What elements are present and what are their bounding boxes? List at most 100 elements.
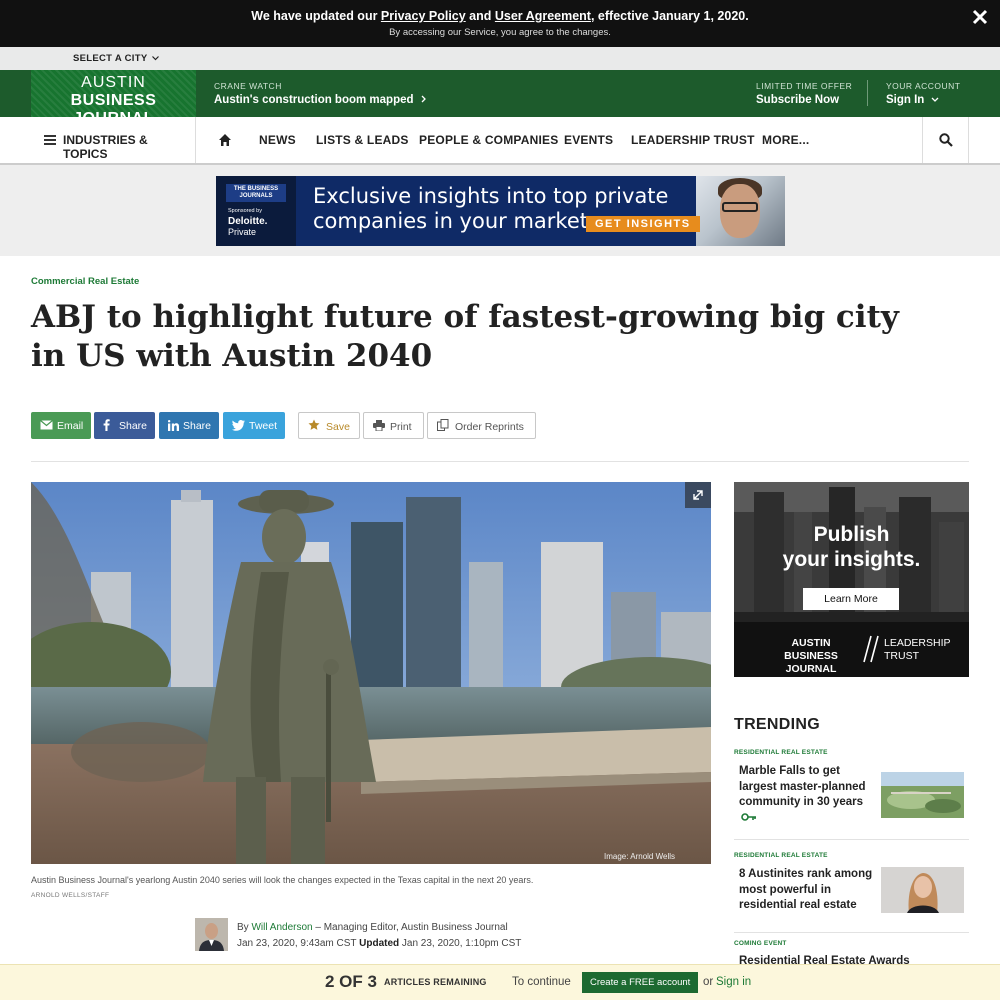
ad-footer-left-2: BUSINESS JOURNAL (784, 650, 838, 675)
article-dates: Jan 23, 2020, 9:43am CST Updated Jan 23,… (237, 938, 521, 949)
notice-prefix: We have updated our (251, 9, 381, 23)
main-navigation: INDUSTRIES & TOPICS NEWS LISTS & LEADS P… (0, 117, 1000, 165)
privacy-policy-link[interactable]: Privacy Policy (381, 9, 466, 23)
crane-watch-title: Austin's construction boom mapped (214, 94, 414, 106)
paywall-bar: 2 OF 3 ARTICLES REMAINING To continue Cr… (0, 964, 1000, 1000)
trending-divider (734, 932, 969, 933)
trending-item-title[interactable]: Marble Falls to get largest master-plann… (739, 764, 875, 811)
leadership-trust-ad[interactable]: Publish your insights. Learn More AUSTIN… (734, 482, 969, 677)
ad-headline-line1: Exclusive insights into top private (313, 184, 669, 208)
create-free-account-button[interactable]: Create a FREE account (582, 972, 699, 993)
ad-sponsored-by: Sponsored by (228, 208, 262, 214)
insights-banner-ad[interactable]: THE BUSINESS JOURNALS Sponsored by Deloi… (216, 176, 785, 246)
subscribe-link[interactable]: LIMITED TIME OFFER Subscribe Now (756, 81, 852, 106)
linkedin-share-button[interactable]: Share (159, 412, 219, 439)
ad-footer-left-1: AUSTIN (791, 637, 831, 649)
trending-kicker[interactable]: RESIDENTIAL REAL ESTATE (734, 749, 828, 756)
ad-sponsor-sub: Private (228, 227, 257, 237)
crane-watch-link[interactable]: CRANE WATCH Austin's construction boom m… (214, 81, 427, 106)
byline-by: By (237, 922, 252, 933)
offer-kicker: LIMITED TIME OFFER (756, 81, 853, 91)
ad-footer-left: AUSTIN BUSINESS JOURNAL (762, 637, 860, 676)
twitter-share-button[interactable]: Tweet (223, 412, 285, 439)
print-label: Print (390, 421, 412, 433)
ad-headline: Publish your insights. (734, 522, 969, 572)
nav-leadership-trust[interactable]: LEADERSHIP TRUST (631, 133, 755, 147)
save-button[interactable]: Save (298, 412, 360, 439)
envelope-icon (40, 420, 53, 430)
paywall-sign-in-link[interactable]: Sign in (716, 976, 751, 988)
print-button[interactable]: Print (363, 412, 424, 439)
account-kicker: YOUR ACCOUNT (886, 81, 961, 91)
notice-suffix: , effective January 1, 2020. (590, 9, 749, 23)
author-avatar[interactable] (195, 918, 228, 951)
or-text: or (703, 976, 714, 988)
get-insights-button[interactable]: GET INSIGHTS (586, 216, 700, 232)
industries-topics-label: INDUSTRIES & TOPICS (63, 133, 148, 161)
facebook-share-button[interactable]: Share (94, 412, 155, 439)
close-icon[interactable] (972, 9, 988, 25)
ad-sponsor-name: Deloitte. (228, 216, 268, 227)
updated-date: Jan 23, 2020, 1:10pm CST (399, 938, 522, 949)
expand-image-button[interactable] (685, 482, 711, 508)
published-date: Jan 23, 2020, 9:43am CST (237, 938, 360, 949)
trending-item-title[interactable]: 8 Austinites rank among most powerful in… (739, 867, 875, 914)
trending-kicker[interactable]: RESIDENTIAL REAL ESTATE (734, 852, 828, 859)
byline: By Will Anderson – Managing Editor, Aust… (237, 922, 508, 933)
chevron-down-icon (931, 97, 939, 102)
twitter-icon (232, 420, 245, 431)
learn-more-button[interactable]: Learn More (803, 588, 899, 610)
nav-news[interactable]: NEWS (259, 133, 296, 147)
nav-lists-leads[interactable]: LISTS & LEADS (316, 133, 409, 147)
home-icon[interactable] (218, 133, 232, 147)
chevron-right-icon (421, 95, 426, 103)
user-agreement-link[interactable]: User Agreement (495, 9, 591, 23)
email-share-label: Email (57, 420, 84, 432)
ad-footer-right-1: LEADERSHIP (884, 637, 951, 649)
author-role: – Managing Editor, Austin Business Journ… (312, 922, 508, 933)
search-button[interactable] (922, 117, 969, 163)
article-category-link[interactable]: Commercial Real Estate (31, 276, 139, 287)
nav-people-companies[interactable]: PEOPLE & COMPANIES (419, 133, 558, 147)
linkedin-icon (168, 420, 179, 431)
key-icon (741, 813, 756, 821)
order-reprints-button[interactable]: Order Reprints (427, 412, 536, 439)
select-city-dropdown[interactable]: SELECT A CITY (73, 53, 160, 64)
trending-heading: TRENDING (734, 716, 820, 733)
logo-city: AUSTIN (81, 74, 146, 91)
ad-sponsor-panel: THE BUSINESS JOURNALS Sponsored by Deloi… (216, 176, 296, 246)
trending-divider (734, 839, 969, 840)
chevron-down-icon (152, 56, 160, 61)
crane-watch-kicker: CRANE WATCH (214, 81, 282, 91)
ad-photo-glasses (722, 202, 758, 212)
trending-thumbnail[interactable] (881, 772, 964, 818)
policy-notice-bar: We have updated our Privacy Policy and U… (0, 0, 1000, 47)
to-continue-text: To continue (512, 976, 571, 988)
author-name-link[interactable]: Will Anderson (251, 922, 312, 933)
ad-photo (696, 176, 785, 246)
header-divider (867, 80, 868, 106)
star-icon (308, 419, 320, 430)
articles-remaining-count: 2 OF 3 (325, 972, 377, 991)
ad-footer-right-2: TRUST (884, 650, 919, 662)
site-logo[interactable]: AUSTIN BUSINESS JOURNAL (31, 70, 196, 127)
ad-slash-divider (863, 635, 879, 663)
image-credit: ARNOLD WELLS/STAFF (31, 892, 110, 899)
industries-topics-menu[interactable]: INDUSTRIES & TOPICS (31, 117, 196, 163)
account-menu[interactable]: YOUR ACCOUNT Sign In (886, 81, 960, 106)
trending-kicker[interactable]: COMING EVENT (734, 940, 787, 947)
updated-label: Updated (359, 938, 400, 949)
article-hero-image[interactable] (31, 482, 711, 864)
search-icon (939, 133, 953, 147)
expand-icon (693, 490, 703, 500)
email-share-button[interactable]: Email (31, 412, 91, 439)
divider (31, 461, 969, 462)
trending-thumbnail[interactable] (881, 867, 964, 913)
article-headline: ABJ to highlight future of fastest-growi… (31, 299, 899, 374)
nav-events[interactable]: EVENTS (564, 133, 613, 147)
subscribe-now-label: Subscribe Now (756, 94, 840, 106)
nav-more[interactable]: MORE... (762, 133, 809, 147)
image-caption: Austin Business Journal's yearlong Austi… (31, 875, 534, 885)
top-ad-band: THE BUSINESS JOURNALS Sponsored by Deloi… (0, 165, 1000, 256)
sign-in-label: Sign In (886, 94, 925, 106)
